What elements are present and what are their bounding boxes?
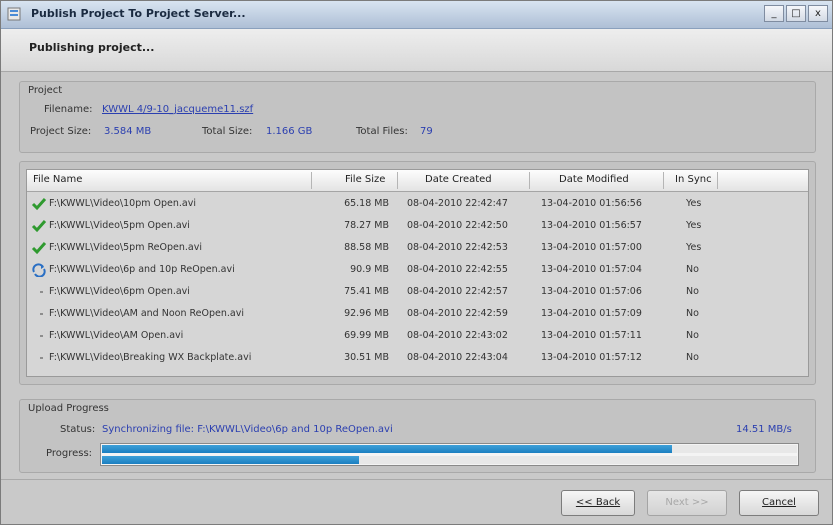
file-size: 78.27 MB	[344, 220, 389, 231]
column-in-sync[interactable]: In Sync	[675, 174, 712, 185]
file-name: F:\KWWL\Video\5pm Open.avi	[49, 220, 190, 231]
close-button[interactable]: x	[808, 5, 828, 22]
in-sync: Yes	[686, 198, 702, 209]
cancel-button[interactable]: Cancel	[739, 490, 819, 516]
date-created: 08-04-2010 22:42:47	[407, 198, 508, 209]
file-name: F:\KWWL\Video\AM and Noon ReOpen.avi	[49, 308, 244, 319]
table-row[interactable]: F:\KWWL\Video\6p and 10p ReOpen.avi 90.9…	[27, 259, 808, 281]
dash-icon	[40, 335, 43, 337]
in-sync: No	[686, 330, 699, 341]
in-sync: No	[686, 286, 699, 297]
file-size: 75.41 MB	[344, 286, 389, 297]
total-files-value: 79	[420, 126, 433, 137]
in-sync: No	[686, 264, 699, 275]
date-modified: 13-04-2010 01:57:04	[541, 264, 642, 275]
date-modified: 13-04-2010 01:57:09	[541, 308, 642, 319]
progress-bar	[100, 443, 799, 466]
in-sync: Yes	[686, 242, 702, 253]
filename-link[interactable]: KWWL 4/9-10_jacqueme11.szf	[102, 104, 253, 115]
dash-icon	[40, 313, 43, 315]
total-size-label: Total Size:	[202, 126, 253, 137]
date-created: 08-04-2010 22:42:55	[407, 264, 508, 275]
table-row[interactable]: F:\KWWL\Video\10pm Open.avi 65.18 MB 08-…	[27, 193, 808, 215]
footer-divider	[1, 479, 832, 480]
upload-group-title: Upload Progress	[28, 403, 109, 414]
window-title: Publish Project To Project Server...	[31, 7, 246, 20]
progress-label: Progress:	[46, 448, 93, 459]
sync-icon	[32, 263, 46, 277]
date-created: 08-04-2010 22:43:02	[407, 330, 508, 341]
in-sync: No	[686, 308, 699, 319]
project-size-label: Project Size:	[30, 126, 92, 137]
file-name: F:\KWWL\Video\AM Open.avi	[49, 330, 184, 341]
date-created: 08-04-2010 22:42:59	[407, 308, 508, 319]
file-size: 30.51 MB	[344, 352, 389, 363]
check-icon	[31, 220, 47, 233]
title-bar[interactable]: Publish Project To Project Server... _ □…	[1, 1, 832, 29]
back-button-label: << Back	[575, 497, 621, 508]
file-name: F:\KWWL\Video\Breaking WX Backplate.avi	[49, 352, 252, 363]
date-created: 08-04-2010 22:42:57	[407, 286, 508, 297]
file-name: F:\KWWL\Video\10pm Open.avi	[49, 198, 196, 209]
table-row[interactable]: F:\KWWL\Video\5pm Open.avi 78.27 MB 08-0…	[27, 215, 808, 237]
date-created: 08-04-2010 22:43:04	[407, 352, 508, 363]
total-progress-fill	[102, 456, 359, 464]
date-created: 08-04-2010 22:42:53	[407, 242, 508, 253]
project-group-title: Project	[28, 85, 63, 96]
column-file-name[interactable]: File Name	[33, 174, 82, 185]
date-modified: 13-04-2010 01:56:56	[541, 198, 642, 209]
project-group: Project Filename: KWWL 4/9-10_jacqueme11…	[19, 81, 816, 153]
publish-dialog: Publish Project To Project Server... _ □…	[0, 0, 833, 525]
minimize-button[interactable]: _	[764, 5, 784, 22]
date-modified: 13-04-2010 01:57:06	[541, 286, 642, 297]
table-row[interactable]: F:\KWWL\Video\Breaking WX Backplate.avi …	[27, 347, 808, 369]
in-sync: No	[686, 352, 699, 363]
status-label: Status:	[60, 424, 96, 435]
file-size: 88.58 MB	[344, 242, 389, 253]
date-modified: 13-04-2010 01:56:57	[541, 220, 642, 231]
date-modified: 13-04-2010 01:57:11	[541, 330, 642, 341]
total-size-value: 1.166 GB	[266, 126, 313, 137]
back-button[interactable]: << Back	[561, 490, 635, 516]
column-date-created[interactable]: Date Created	[425, 174, 492, 185]
file-progress-fill	[102, 445, 672, 453]
file-size: 69.99 MB	[344, 330, 389, 341]
check-icon	[31, 242, 47, 255]
maximize-button[interactable]: □	[786, 5, 806, 22]
table-header: File Name File Size Date Created Date Mo…	[27, 170, 808, 192]
file-size: 92.96 MB	[344, 308, 389, 319]
file-name: F:\KWWL\Video\6p and 10p ReOpen.avi	[49, 264, 235, 275]
file-name: F:\KWWL\Video\6pm Open.avi	[49, 286, 190, 297]
table-row[interactable]: F:\KWWL\Video\6pm Open.avi 75.41 MB 08-0…	[27, 281, 808, 303]
column-date-modified[interactable]: Date Modified	[559, 174, 629, 185]
date-modified: 13-04-2010 01:57:12	[541, 352, 642, 363]
header-title: Publishing project...	[29, 41, 155, 54]
next-button-label: Next >>	[665, 497, 709, 508]
table-row[interactable]: F:\KWWL\Video\5pm ReOpen.avi 88.58 MB 08…	[27, 237, 808, 259]
project-size-value: 3.584 MB	[104, 126, 152, 137]
dash-icon	[40, 291, 43, 293]
date-created: 08-04-2010 22:42:50	[407, 220, 508, 231]
file-size: 90.9 MB	[350, 264, 389, 275]
cancel-button-label: Cancel	[762, 497, 796, 508]
header: Publishing project...	[1, 29, 832, 72]
file-size: 65.18 MB	[344, 198, 389, 209]
in-sync: Yes	[686, 220, 702, 231]
file-name: F:\KWWL\Video\5pm ReOpen.avi	[49, 242, 202, 253]
table-row[interactable]: F:\KWWL\Video\AM and Noon ReOpen.avi 92.…	[27, 303, 808, 325]
check-icon	[31, 198, 47, 211]
transfer-speed: 14.51 MB/s	[736, 424, 792, 435]
date-modified: 13-04-2010 01:57:00	[541, 242, 642, 253]
file-table[interactable]: File Name File Size Date Created Date Mo…	[26, 169, 809, 377]
dash-icon	[40, 357, 43, 359]
column-file-size[interactable]: File Size	[345, 174, 385, 185]
filename-label: Filename:	[44, 104, 93, 115]
status-value: Synchronizing file: F:\KWWL\Video\6p and…	[102, 424, 393, 435]
next-button[interactable]: Next >>	[647, 490, 727, 516]
app-icon	[7, 7, 21, 21]
table-row[interactable]: F:\KWWL\Video\AM Open.avi 69.99 MB 08-04…	[27, 325, 808, 347]
total-files-label: Total Files:	[356, 126, 408, 137]
